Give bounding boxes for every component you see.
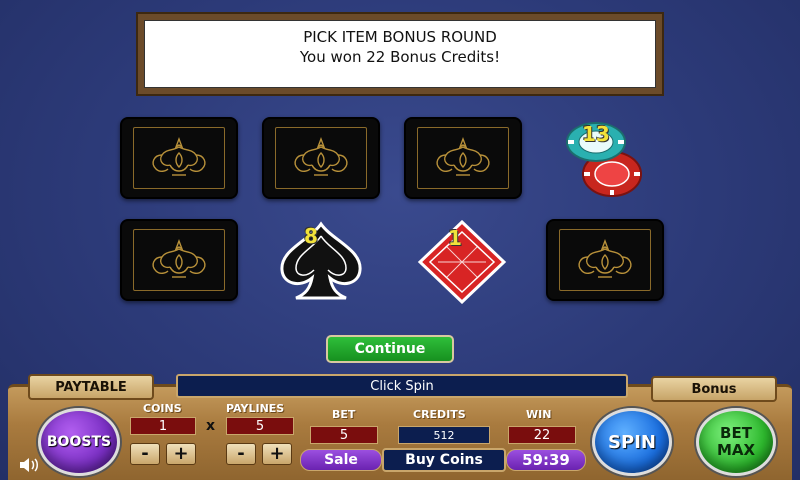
card-frame — [133, 127, 225, 189]
card-frame — [417, 127, 509, 189]
paylines-label: PAYLINES — [226, 402, 285, 415]
boosts-label: BOOSTS — [46, 434, 112, 450]
coins-minus-button[interactable]: - — [130, 443, 160, 465]
card-frame — [275, 127, 367, 189]
spade-icon — [280, 221, 362, 300]
multiply-sign: x — [206, 418, 216, 434]
revealed-diamond-prize: 1 — [416, 219, 508, 305]
ornate-gold-crest-icon — [294, 137, 348, 176]
paylines-plus-button[interactable]: + — [262, 443, 292, 465]
continue-button[interactable]: Continue — [326, 335, 454, 363]
win-value: 22 — [508, 426, 576, 444]
pick-card-1[interactable] — [120, 117, 238, 199]
ornate-gold-crest-icon — [436, 137, 490, 176]
chips-prize-value: 13 — [582, 122, 610, 146]
ornate-gold-crest-icon — [578, 239, 632, 278]
status-message: Click Spin — [176, 374, 628, 398]
diamond-icon — [417, 219, 507, 305]
speaker-icon[interactable] — [18, 456, 40, 474]
ornate-gold-crest-icon — [152, 137, 206, 176]
ornate-gold-crest-icon — [152, 239, 206, 278]
revealed-chips-prize: 13 — [562, 118, 646, 202]
pick-card-5[interactable] — [546, 219, 664, 301]
paylines-minus-button[interactable]: - — [226, 443, 256, 465]
coins-label: COINS — [143, 402, 182, 415]
bet-label: BET — [332, 408, 356, 421]
paytable-button[interactable]: PAYTABLE — [28, 374, 154, 400]
bonus-button[interactable]: Bonus — [651, 376, 777, 402]
bonus-round-title: PICK ITEM BONUS ROUND — [303, 28, 497, 46]
bonus-banner-panel: PICK ITEM BONUS ROUND You won 22 Bonus C… — [144, 20, 656, 88]
paylines-value: 5 — [226, 417, 294, 435]
coins-plus-button[interactable]: + — [166, 443, 196, 465]
card-frame — [559, 229, 651, 291]
sale-timer: 59:39 — [506, 449, 586, 471]
card-frame — [133, 229, 225, 291]
bet-max-label-line2: MAX — [716, 441, 756, 459]
pick-card-2[interactable] — [262, 117, 380, 199]
credits-label: CREDITS — [413, 408, 466, 421]
spin-button[interactable]: SPIN — [592, 408, 672, 476]
bet-max-label-line1: BET — [720, 424, 752, 442]
diamond-prize-value: 1 — [448, 226, 462, 250]
boosts-button[interactable]: BOOSTS — [38, 408, 120, 476]
sale-button[interactable]: Sale — [300, 449, 382, 471]
pick-card-3[interactable] — [404, 117, 522, 199]
revealed-spade-prize: 8 — [274, 220, 368, 302]
bet-max-button[interactable]: BET MAX — [696, 408, 776, 476]
bonus-win-message: You won 22 Bonus Credits! — [299, 48, 501, 66]
spin-label: SPIN — [608, 431, 656, 453]
bonus-banner: PICK ITEM BONUS ROUND You won 22 Bonus C… — [136, 12, 664, 96]
buy-coins-button[interactable]: Buy Coins — [382, 448, 506, 472]
spade-prize-value: 8 — [304, 224, 318, 248]
credits-value: 512 — [398, 426, 490, 444]
bet-value: 5 — [310, 426, 378, 444]
coins-value: 1 — [130, 417, 196, 435]
pick-card-4[interactable] — [120, 219, 238, 301]
win-label: WIN — [526, 408, 552, 421]
